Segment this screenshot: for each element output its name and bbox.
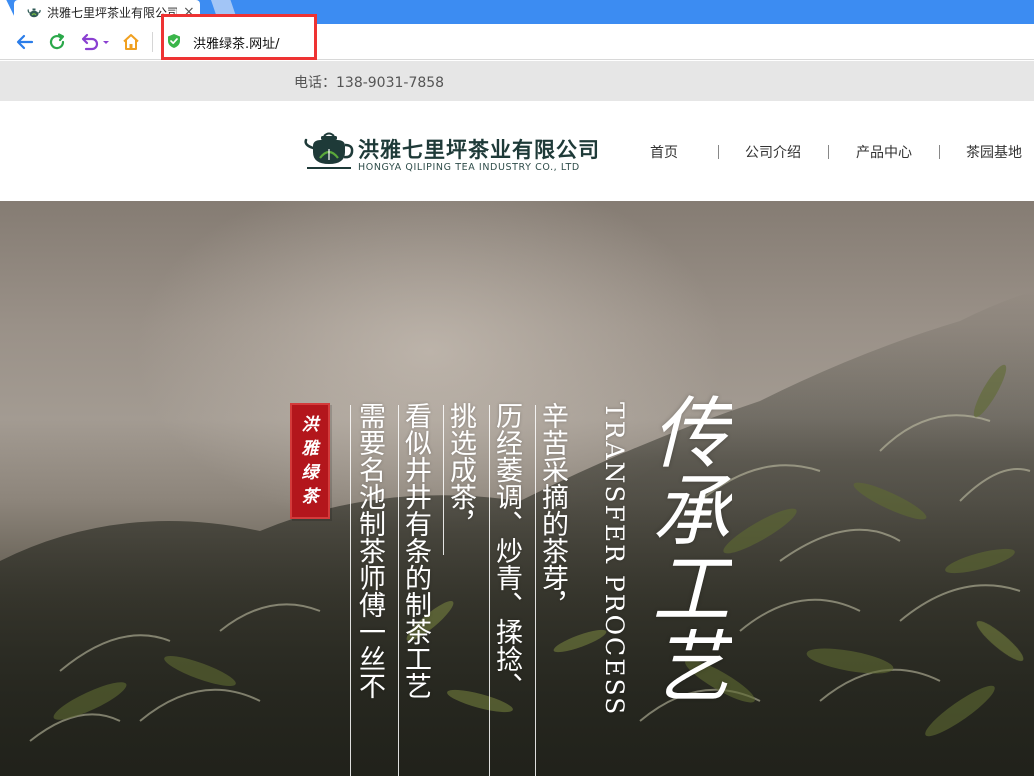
nav-products[interactable]: 产品中心 xyxy=(856,142,912,162)
nav-separator xyxy=(939,145,940,159)
company-name[interactable]: 洪雅七里坪茶业有限公司 xyxy=(358,134,600,164)
nav-home[interactable]: 首页 xyxy=(650,142,678,162)
shield-check-icon xyxy=(166,33,182,49)
hero-text-column-1: 辛苦采摘的茶芽， xyxy=(537,402,568,618)
seal-char: 绿 xyxy=(301,463,319,483)
nav-separator xyxy=(828,145,829,159)
site-top-bar xyxy=(0,61,1034,101)
teapot-logo-icon[interactable] xyxy=(303,130,355,172)
hongya-green-tea-seal: 洪 雅 绿 茶 xyxy=(290,403,330,519)
hero-text-column-4: 看似井井有条的制茶工艺 xyxy=(400,402,431,699)
hero-calligraphy-title: 传承工艺 xyxy=(639,392,729,704)
seal-char: 洪 xyxy=(301,415,319,435)
tab-title: 洪雅七里坪茶业有限公司 xyxy=(47,5,177,20)
main-nav: 首页 公司介绍 产品中心 茶园基地 xyxy=(620,142,1022,162)
undo-dropdown-icon[interactable] xyxy=(78,30,112,54)
browser-tab-strip: 洪雅七里坪茶业有限公司 × xyxy=(0,0,1034,24)
hero-text-column-5: 需要名池制茶师傅一丝不 xyxy=(354,402,385,699)
home-icon[interactable] xyxy=(119,30,143,54)
company-name-english: HONGYA QILIPING TEA INDUSTRY CO., LTD xyxy=(358,162,580,173)
back-arrow-icon[interactable] xyxy=(13,30,37,54)
toolbar-separator xyxy=(152,32,153,52)
hero-english-title: TRANSFER PROCESS xyxy=(600,402,629,717)
hero-text-column-3: 挑选成茶， xyxy=(445,402,476,537)
teapot-favicon-icon xyxy=(26,4,42,20)
browser-toolbar xyxy=(0,24,1034,60)
seal-char: 茶 xyxy=(301,487,319,507)
nav-about[interactable]: 公司介绍 xyxy=(745,142,801,162)
refresh-icon[interactable] xyxy=(45,30,69,54)
contact-phone: 电话：138-9031-7858 xyxy=(294,75,445,91)
nav-tea-garden[interactable]: 茶园基地 xyxy=(966,142,1022,162)
seal-char: 雅 xyxy=(301,439,319,459)
nav-separator xyxy=(718,145,719,159)
address-text[interactable]: 洪雅绿茶.网址/ xyxy=(193,33,280,52)
hero-text-column-2: 历经萎调、炒青、揉捻、 xyxy=(491,402,522,699)
